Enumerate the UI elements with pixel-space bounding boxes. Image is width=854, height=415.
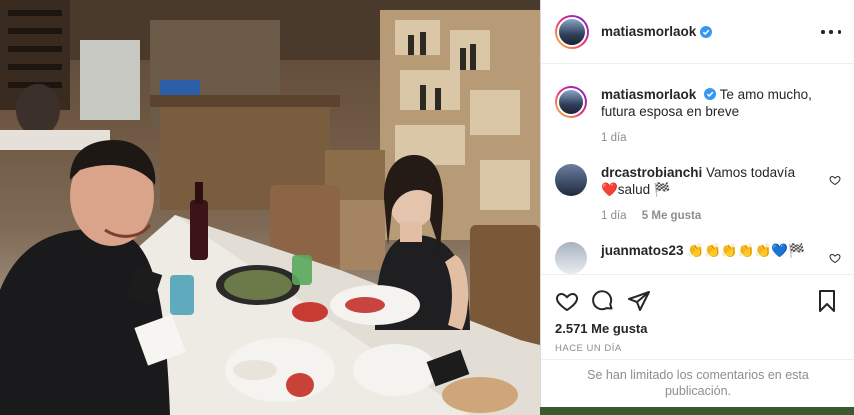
author-username[interactable]: matiasmorlaok: [601, 24, 696, 39]
comment-time[interactable]: 1 día: [601, 210, 627, 222]
post-side-panel: matiasmorlaok matiasmorlaok Te amo mucho…: [540, 0, 854, 407]
caption-body: matiasmorlaok Te amo mucho, futura espos…: [601, 86, 845, 120]
commenter-username[interactable]: juanmatos23: [601, 243, 684, 258]
comment-item: drcastrobianchi Vamos todavía ❤️salud 🏁 …: [555, 164, 845, 222]
caption: matiasmorlaok Te amo mucho, futura espos…: [555, 86, 845, 144]
comments-limited-notice: Se han limitado los comentarios en esta …: [541, 359, 854, 405]
post-actions: 2.571 Me gusta HACE UN DÍA Se han limita…: [541, 274, 854, 404]
more-icon[interactable]: [821, 24, 841, 40]
comment-text: Vamos todavía: [706, 165, 796, 180]
comment-meta: 1 día 5 Me gusta: [601, 210, 845, 222]
comment-text-line2: ❤️salud 🏁: [601, 182, 671, 197]
share-icon[interactable]: [627, 289, 651, 313]
caption-username[interactable]: matiasmorlaok: [601, 87, 696, 102]
background-strip: [540, 407, 854, 415]
post-time[interactable]: HACE UN DÍA: [555, 343, 622, 354]
bookmark-icon[interactable]: [815, 289, 839, 313]
comment-likes[interactable]: 5 Me gusta: [642, 210, 701, 222]
commenter-avatar[interactable]: [555, 164, 587, 196]
heart-icon[interactable]: [555, 289, 579, 313]
author-avatar[interactable]: [555, 14, 589, 49]
photo-illustration: [0, 0, 540, 415]
comments-list: matiasmorlaok Te amo mucho, futura espos…: [541, 64, 854, 274]
verified-icon: [704, 88, 717, 100]
comment-icon[interactable]: [591, 289, 615, 313]
post-header: matiasmorlaok: [541, 0, 854, 64]
verified-icon: [700, 25, 713, 38]
action-icons: [555, 289, 651, 313]
comment-body: drcastrobianchi Vamos todavía ❤️salud 🏁: [601, 164, 845, 198]
comment-item: juanmatos23 👏👏👏👏👏💙🏁: [555, 242, 845, 274]
caption-meta: 1 día: [601, 132, 845, 144]
comment-heart-icon[interactable]: [829, 174, 841, 186]
comment-text: 👏👏👏👏👏💙🏁: [687, 243, 805, 258]
caption-time[interactable]: 1 día: [601, 132, 627, 144]
comments-limited-text: Se han limitado los comentarios en esta …: [587, 367, 809, 398]
comment-body: juanmatos23 👏👏👏👏👏💙🏁: [601, 242, 845, 259]
comment-heart-icon[interactable]: [829, 252, 841, 264]
commenter-username[interactable]: drcastrobianchi: [601, 165, 702, 180]
post-photo[interactable]: [0, 0, 540, 415]
commenter-avatar[interactable]: [555, 242, 587, 274]
likes-count[interactable]: 2.571 Me gusta: [555, 321, 648, 336]
instagram-post-view: matiasmorlaok matiasmorlaok Te amo mucho…: [0, 0, 854, 415]
caption-avatar[interactable]: [555, 86, 587, 118]
